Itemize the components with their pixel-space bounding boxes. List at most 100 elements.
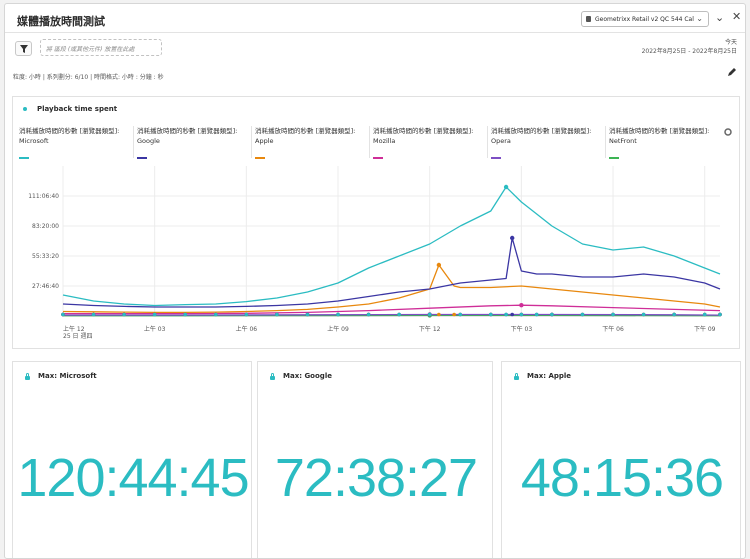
panel-title: 媒體播放時間測試 [17, 15, 105, 28]
y-tick-label: 27:46:40 [32, 283, 59, 290]
legend-label-line1: 消耗播放時間的秒數 [瀏覽器類型]: [255, 127, 356, 135]
x-tick-label: 上午 09 [327, 325, 349, 333]
lock-icon [270, 373, 275, 380]
x-tick-label: 上午 12 [63, 325, 85, 333]
x-tick-sublabel: 25 日 週四 [63, 332, 92, 340]
legend-label-line1: 消耗播放時間的秒數 [瀏覽器類型]: [137, 127, 238, 135]
baseline-point [61, 312, 65, 317]
segment-filter-button[interactable] [15, 41, 32, 56]
baseline-point [452, 312, 456, 317]
summary-card-title: Max: Google [283, 372, 332, 380]
legend-separator [487, 126, 488, 158]
database-icon [586, 16, 591, 22]
baseline-point [510, 312, 515, 317]
legend-swatch [255, 157, 265, 159]
legend-swatch [19, 157, 29, 159]
baseline-point [437, 312, 441, 317]
y-tick-label: 111:06:40 [28, 193, 59, 200]
baseline-point [427, 312, 432, 317]
baseline-point [336, 312, 340, 317]
close-icon[interactable]: ✕ [732, 10, 741, 23]
legend-swatch [491, 157, 501, 159]
baseline-point [702, 312, 707, 317]
segment-drop-zone[interactable]: 將 區段 (或其他元件) 放置在此處 [40, 39, 162, 56]
x-tick-label: 上午 03 [144, 325, 166, 333]
baseline-point [519, 312, 524, 317]
baseline-point [305, 312, 310, 317]
chevron-down-icon: ⌄ [696, 14, 703, 23]
legend-swatch [609, 157, 619, 159]
summary-card-apple: Max: Apple 48:15:36 [501, 361, 741, 558]
legend-label-line2: Google [137, 137, 160, 145]
date-range[interactable]: 2022年8月25日 - 2022年8月25日 [642, 46, 737, 55]
pencil-icon[interactable] [727, 67, 737, 77]
baseline-point [122, 312, 126, 317]
series-max-marker [519, 303, 524, 308]
workspace-panel: 媒體播放時間測試 Geometrixx Retail v2 QC 544 Cal… [4, 3, 746, 559]
legend-label-line2: Microsoft [19, 137, 49, 145]
legend-label-line2: Opera [491, 137, 511, 145]
baseline-point [458, 312, 463, 317]
filter-icon [20, 45, 28, 53]
series-line [62, 237, 721, 308]
baseline-point [152, 312, 157, 317]
collapse-panel-icon[interactable]: ⌄ [715, 11, 724, 24]
baseline-point [213, 312, 218, 317]
x-tick-label: 下午 09 [694, 325, 716, 333]
summary-card-value: 120:44:45 [17, 448, 249, 508]
date-label[interactable]: 今天 [725, 37, 737, 46]
series-max-marker [503, 184, 509, 190]
status-dot-icon [23, 107, 27, 111]
legend-item[interactable]: 消耗播放時間的秒數 [瀏覽器類型]: Mozilla [373, 126, 489, 162]
report-suite-selector[interactable]: Geometrixx Retail v2 QC 544 Cal ⌄ [581, 11, 709, 27]
y-tick-label: 55:33:20 [32, 253, 59, 260]
summary-card-title: Max: Microsoft [38, 372, 97, 380]
chart-plot: 27:46:40 55:33:20 83:20:00 111:06:40 上午 12 上午… [28, 166, 722, 340]
baseline-point [504, 312, 508, 317]
legend-item[interactable]: 消耗播放時間的秒數 [瀏覽器類型]: Opera [491, 126, 607, 162]
baseline-point [580, 312, 585, 317]
x-tick-label: 下午 03 [511, 325, 533, 333]
legend-swatch [137, 157, 147, 159]
legend-item[interactable]: 消耗播放時間的秒數 [瀏覽器類型]: NetFront [609, 126, 725, 162]
legend-separator [605, 126, 606, 158]
legend-label-line1: 消耗播放時間的秒數 [瀏覽器類型]: [373, 127, 474, 135]
legend-label-line1: 消耗播放時間的秒數 [瀏覽器類型]: [19, 127, 120, 135]
baseline-point [489, 312, 493, 317]
series-max-marker [436, 262, 442, 268]
report-suite-label: Geometrixx Retail v2 QC 544 Cal [595, 15, 694, 23]
baseline-point [275, 312, 279, 317]
chart-card-title: Playback time spent [37, 105, 118, 113]
series-line [63, 313, 721, 316]
baseline-point [611, 312, 615, 317]
legend-label-line2: Apple [255, 137, 274, 145]
chart-legend: 消耗播放時間的秒數 [瀏覽器類型]: Microsoft 消耗播放時間的秒數 [瀏覽… [19, 126, 731, 162]
baseline-point [718, 312, 722, 317]
baseline-point [366, 312, 371, 317]
baseline-point [244, 312, 249, 317]
legend-separator [251, 126, 252, 158]
lock-icon [25, 373, 30, 380]
baseline-point [641, 312, 646, 317]
x-tick-label: 下午 06 [602, 325, 624, 333]
y-tick-label: 83:20:00 [32, 223, 59, 230]
legend-item[interactable]: 消耗播放時間的秒數 [瀏覽器類型]: Microsoft [19, 126, 135, 162]
baseline-point [91, 312, 96, 317]
summary-card-value: 48:15:36 [520, 448, 724, 508]
x-tick-label: 下午 12 [419, 325, 441, 333]
x-tick-label: 上午 06 [236, 325, 258, 333]
summary-card-value: 72:38:27 [274, 448, 478, 508]
baseline-point [183, 312, 188, 317]
baseline-point [672, 312, 676, 317]
header-divider [5, 32, 745, 33]
baseline-point [397, 312, 401, 317]
summary-card-title: Max: Apple [527, 372, 572, 380]
legend-item[interactable]: 消耗播放時間的秒數 [瀏覽器類型]: Apple [255, 126, 371, 162]
legend-label-line1: 消耗播放時間的秒數 [瀏覽器類型]: [609, 127, 710, 135]
legend-label-line1: 消耗播放時間的秒數 [瀏覽器類型]: [491, 127, 592, 135]
legend-swatch [373, 157, 383, 159]
series-max-marker [510, 235, 515, 241]
summary-card-microsoft: Max: Microsoft 120:44:45 [12, 361, 252, 558]
legend-item[interactable]: 消耗播放時間的秒數 [瀏覽器類型]: Google [137, 126, 253, 162]
series-line [62, 186, 721, 307]
